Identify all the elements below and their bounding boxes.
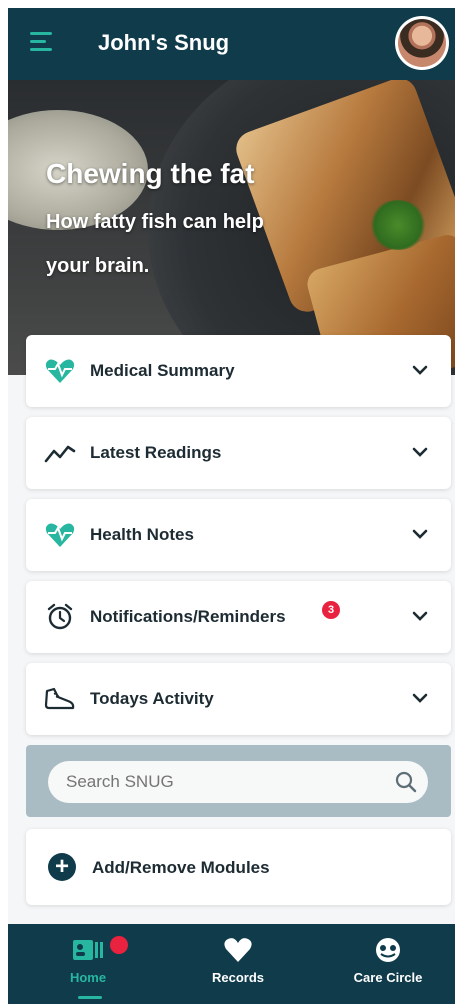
- module-health-notes[interactable]: Health Notes: [26, 499, 451, 571]
- alarm-clock-icon: [47, 603, 73, 630]
- search-panel: [26, 745, 451, 817]
- avatar[interactable]: [395, 16, 449, 70]
- nav-records[interactable]: Records: [178, 936, 298, 985]
- module-medical-summary[interactable]: Medical Summary: [26, 335, 451, 407]
- hero-text: Chewing the fat How fatty fish can help …: [46, 158, 306, 288]
- heart-pulse-icon: [45, 523, 75, 547]
- hero-title: Chewing the fat: [46, 158, 255, 189]
- search-input[interactable]: [48, 761, 428, 803]
- app-screen: John's Snug Chewing the fat How fatty fi…: [8, 8, 455, 1004]
- hamburger-menu-icon[interactable]: [30, 32, 52, 52]
- nav-home[interactable]: Home: [28, 936, 148, 985]
- hero-banner[interactable]: Chewing the fat How fatty fish can help …: [8, 80, 455, 375]
- plus-circle-icon: +: [48, 853, 76, 881]
- chevron-down-icon[interactable]: [411, 361, 429, 379]
- add-remove-modules-button[interactable]: + Add/Remove Modules: [26, 829, 451, 905]
- bottom-navigation: Home Records Care Circle: [8, 924, 455, 1004]
- heart-icon: [224, 938, 252, 962]
- nav-records-label: Records: [211, 970, 265, 985]
- active-tab-indicator: [78, 996, 102, 999]
- nav-care-circle[interactable]: Care Circle: [328, 936, 448, 985]
- hero-subtitle: How fatty fish can help your brain.: [46, 211, 264, 277]
- care-circle-icon: [376, 938, 400, 962]
- add-remove-label: Add/Remove Modules: [92, 858, 270, 877]
- search-icon[interactable]: [395, 771, 417, 793]
- home-alert-dot: [110, 936, 128, 954]
- notification-badge: 3: [322, 601, 340, 619]
- module-label: Todays Activity: [90, 689, 214, 708]
- chevron-down-icon[interactable]: [411, 689, 429, 707]
- nav-home-label: Home: [69, 970, 107, 985]
- chevron-down-icon[interactable]: [411, 443, 429, 461]
- module-latest-readings[interactable]: Latest Readings: [26, 417, 451, 489]
- chevron-down-icon[interactable]: [411, 525, 429, 543]
- module-notifications-reminders[interactable]: Notifications/Reminders 3: [26, 581, 451, 653]
- trend-line-icon: [44, 445, 76, 463]
- nav-care-label: Care Circle: [353, 970, 423, 985]
- module-label: Notifications/Reminders: [90, 607, 286, 626]
- page-title: John's Snug: [98, 30, 230, 55]
- module-label: Health Notes: [90, 525, 194, 544]
- shoe-icon: [44, 687, 75, 710]
- module-todays-activity[interactable]: Todays Activity: [26, 663, 451, 735]
- home-id-icon: [73, 940, 103, 960]
- app-header: John's Snug: [8, 8, 455, 80]
- chevron-down-icon[interactable]: [411, 607, 429, 625]
- heart-pulse-icon: [45, 359, 75, 383]
- module-label: Medical Summary: [90, 361, 235, 380]
- module-label: Latest Readings: [90, 443, 222, 462]
